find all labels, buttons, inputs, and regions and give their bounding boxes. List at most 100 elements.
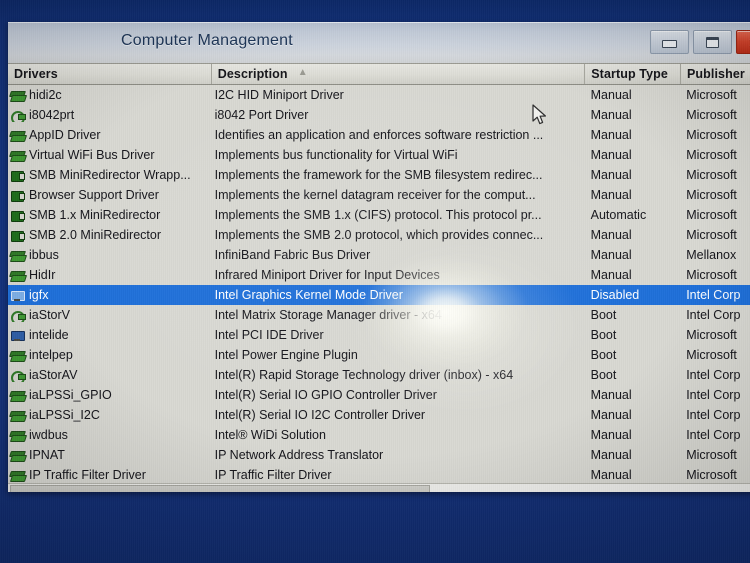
column-header-publisher[interactable]: Publisher <box>681 64 750 84</box>
driver-name-label: igfx <box>29 288 49 302</box>
cell-description: Implements the framework for the SMB fil… <box>214 168 543 182</box>
cell-description: Intel Matrix Storage Manager driver - x6… <box>214 308 442 322</box>
cell-driver-name: iwdbus <box>8 428 209 442</box>
maximize-button[interactable] <box>693 30 732 54</box>
computer-management-window: Computer Management ✕ Drivers Descriptio… <box>8 22 750 492</box>
table-row[interactable]: igfx Intel Graphics Kernel Mode Driver Dis… <box>8 285 750 305</box>
column-header-publisher-label: Publisher <box>686 67 745 81</box>
table-row[interactable]: ibbus InfiniBand Fabric Bus Driver Manual M… <box>8 245 750 265</box>
cell-description: Intel Graphics Kernel Mode Driver <box>214 288 403 302</box>
desktop-background: Computer Management ✕ Drivers Descriptio… <box>0 0 750 563</box>
horizontal-scrollbar-thumb[interactable] <box>10 485 430 492</box>
column-header-drivers[interactable]: Drivers <box>8 64 212 84</box>
cell-startup-type: Manual <box>590 188 632 202</box>
table-row[interactable]: IP Traffic Filter Driver IP Traffic Filte… <box>8 465 750 483</box>
driver-name-label: SMB MiniRedirector Wrapp... <box>29 168 191 182</box>
cell-description: Implements bus functionality for Virtual… <box>214 148 458 162</box>
drivers-list-view: Drivers Description ▲ Startup Type Publis… <box>8 63 750 492</box>
close-button[interactable]: ✕ <box>736 30 750 54</box>
table-row[interactable]: HidIr Infrared Miniport Driver for Input … <box>8 265 750 285</box>
horizontal-scrollbar[interactable]: › <box>8 483 750 492</box>
cell-publisher: Intel Corp <box>686 288 741 302</box>
driver-name-label: intelide <box>29 328 69 342</box>
driver-stack-icon <box>10 449 25 462</box>
table-row[interactable]: iaLPSSi_I2C Intel(R) Serial IO I2C Contro… <box>8 405 750 425</box>
cell-description: Implements the SMB 1.x (CIFS) protocol. … <box>214 208 542 222</box>
table-row[interactable]: iaLPSSi_GPIO Intel(R) Serial IO GPIO Cont… <box>8 385 750 405</box>
driver-name-label: IPNAT <box>29 448 65 462</box>
table-row[interactable]: iwdbus Intel® WiDi Solution Manual Intel Co… <box>8 425 750 445</box>
table-row[interactable]: intelpep Intel Power Engine Plugin Boot Mic… <box>8 345 750 365</box>
window-title-bar: Computer Management ✕ <box>8 22 750 63</box>
table-row[interactable]: hidi2c I2C HID Miniport Driver Manual Micro… <box>8 85 750 105</box>
column-header-startup-type[interactable]: Startup Type <box>585 64 681 84</box>
cell-driver-name: iaLPSSi_GPIO <box>8 388 209 402</box>
cell-startup-type: Manual <box>590 388 632 402</box>
driver-name-label: iaLPSSi_I2C <box>29 408 100 422</box>
driver-screen-icon <box>10 289 25 302</box>
table-row[interactable]: i8042prt i8042 Port Driver Manual Microsoft <box>8 105 750 125</box>
driver-stack-icon <box>10 129 25 142</box>
cell-startup-type: Disabled <box>590 288 640 302</box>
cell-startup-type: Boot <box>590 308 617 322</box>
window-title: Computer Management <box>121 32 293 49</box>
cell-driver-name: IP Traffic Filter Driver <box>8 468 209 482</box>
cell-description: Identifies an application and enforces s… <box>214 128 544 142</box>
table-row[interactable]: Browser Support Driver Implements the ker… <box>8 185 750 205</box>
cell-startup-type: Manual <box>590 88 632 102</box>
cell-startup-type: Automatic <box>590 208 647 222</box>
cell-driver-name: ibbus <box>8 248 209 262</box>
cell-description: Intel® WiDi Solution <box>214 428 326 442</box>
cell-startup-type: Manual <box>590 128 632 142</box>
cell-startup-type: Manual <box>590 468 632 482</box>
driver-gear-icon <box>10 369 26 382</box>
driver-name-label: iaStorAV <box>29 368 78 382</box>
column-header-description[interactable]: Description ▲ <box>212 64 586 84</box>
driver-name-label: hidi2c <box>29 88 62 102</box>
table-row[interactable]: Virtual WiFi Bus Driver Implements bus fu… <box>8 145 750 165</box>
table-row[interactable]: AppID Driver Identifies an application an… <box>8 125 750 145</box>
cell-driver-name: intelpep <box>8 348 209 362</box>
cell-description: Implements the SMB 2.0 protocol, which p… <box>214 228 544 242</box>
cell-driver-name: SMB 2.0 MiniRedirector <box>8 228 209 242</box>
table-row[interactable]: SMB 2.0 MiniRedirector Implements the SMB… <box>8 225 750 245</box>
cell-publisher: Microsoft <box>686 188 737 202</box>
table-row[interactable]: SMB MiniRedirector Wrapp... Implements th… <box>8 165 750 185</box>
driver-gear-icon <box>10 309 26 322</box>
table-row[interactable]: IPNAT IP Network Address Translator Manual… <box>8 445 750 465</box>
cell-publisher: Microsoft <box>686 268 737 282</box>
minimize-icon <box>662 40 677 48</box>
cell-startup-type: Manual <box>590 428 632 442</box>
cell-startup-type: Manual <box>590 408 632 422</box>
cell-startup-type: Boot <box>590 328 617 342</box>
driver-name-label: Browser Support Driver <box>29 188 159 202</box>
cell-publisher: Microsoft <box>686 208 737 222</box>
cell-driver-name: SMB MiniRedirector Wrapp... <box>8 168 209 182</box>
driver-stack-icon <box>10 149 25 162</box>
table-header-row: Drivers Description ▲ Startup Type Publis… <box>8 63 750 85</box>
cell-publisher: Intel Corp <box>686 428 741 442</box>
cell-startup-type: Manual <box>590 448 632 462</box>
cell-publisher: Microsoft <box>686 108 737 122</box>
table-row[interactable]: iaStorAV Intel(R) Rapid Storage Technolog… <box>8 365 750 385</box>
cell-description: InfiniBand Fabric Bus Driver <box>214 248 371 262</box>
minimize-button[interactable] <box>650 30 689 54</box>
table-row[interactable]: iaStorV Intel Matrix Storage Manager driv… <box>8 305 750 325</box>
cell-publisher: Microsoft <box>686 348 737 362</box>
cell-driver-name: AppID Driver <box>8 128 209 142</box>
table-row[interactable]: intelide Intel PCI IDE Driver Boot Microsof… <box>8 325 750 345</box>
cell-startup-type: Manual <box>590 228 632 242</box>
driver-name-label: SMB 1.x MiniRedirector <box>29 208 161 222</box>
cell-driver-name: intelide <box>8 328 209 342</box>
driver-stack-icon <box>10 269 25 282</box>
driver-name-label: iaStorV <box>29 308 70 322</box>
cell-publisher: Microsoft <box>686 168 737 182</box>
driver-name-label: iaLPSSi_GPIO <box>29 388 112 402</box>
cell-publisher: Mellanox <box>686 248 737 262</box>
table-row[interactable]: SMB 1.x MiniRedirector Implements the SMB… <box>8 205 750 225</box>
cell-publisher: Intel Corp <box>686 388 741 402</box>
cell-driver-name: SMB 1.x MiniRedirector <box>8 208 209 222</box>
cell-startup-type: Boot <box>590 368 617 382</box>
column-header-drivers-label: Drivers <box>14 67 58 81</box>
driver-name-label: Virtual WiFi Bus Driver <box>29 148 155 162</box>
